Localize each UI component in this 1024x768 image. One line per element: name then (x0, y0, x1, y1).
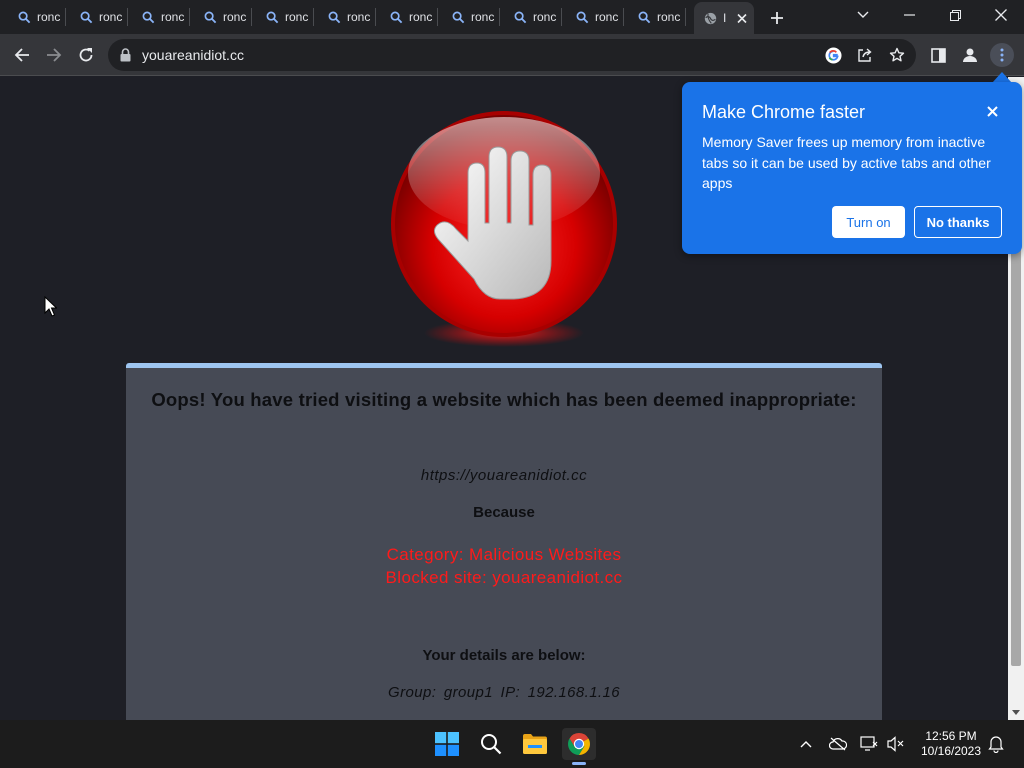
tab-title: ronc (37, 10, 61, 24)
google-lens-icon[interactable] (824, 46, 842, 64)
because-label: Because (473, 504, 535, 521)
tab-close-icon[interactable] (737, 10, 753, 26)
tab-title: I (723, 11, 727, 25)
share-icon[interactable] (856, 46, 874, 64)
tab-strip: ronc ronc ronc ronc ronc ronc ronc ronc ronc ronc… (0, 0, 1024, 34)
tab[interactable]: ronc (190, 4, 252, 30)
profile-icon (963, 48, 977, 62)
scroll-down-icon[interactable] (1008, 704, 1024, 720)
volume-muted-icon[interactable] (886, 734, 906, 754)
active-app-indicator (572, 762, 586, 765)
search-icon (481, 734, 502, 755)
tab[interactable]: ronc (438, 4, 500, 30)
notification-bell-icon[interactable] (986, 734, 1006, 754)
tab-separator (685, 8, 686, 26)
stop-hand-icon (391, 111, 617, 347)
back-arrow-icon (14, 48, 29, 62)
show-hidden-icons-chevron-icon[interactable] (796, 734, 816, 754)
tab-title: ronc (223, 10, 247, 24)
bubble-close-icon[interactable] (984, 103, 1000, 119)
chrome-taskbar-button[interactable] (562, 728, 596, 760)
search-favicon-icon (266, 11, 279, 23)
clock-date: 10/16/2023 (920, 744, 982, 758)
browser-toolbar: youareanidiot.cc (0, 34, 1024, 76)
url-text[interactable]: youareanidiot.cc (142, 47, 244, 63)
block-category: Category: Malicious Websites (386, 545, 622, 564)
tab[interactable]: ronc (376, 4, 438, 30)
tab[interactable]: ronc (128, 4, 190, 30)
search-favicon-icon (638, 11, 651, 23)
side-panel-icon (930, 47, 946, 63)
globe-icon (704, 12, 717, 24)
side-panel-button[interactable] (926, 43, 950, 67)
folder-icon (523, 734, 547, 754)
tab-active[interactable]: I (694, 2, 754, 34)
taskbar-clock[interactable]: 12:56 PM 10/16/2023 (912, 729, 990, 759)
tab[interactable]: ronc (562, 4, 624, 30)
bookmark-star-icon[interactable] (888, 46, 906, 64)
back-button[interactable] (10, 43, 34, 67)
new-tab-button[interactable] (766, 7, 788, 29)
search-favicon-icon (576, 11, 589, 23)
chrome-icon (568, 733, 590, 755)
address-bar[interactable]: youareanidiot.cc (108, 39, 916, 71)
tab[interactable]: ronc (624, 4, 686, 30)
turn-on-button[interactable]: Turn on (832, 206, 905, 238)
tab-title: ronc (99, 10, 123, 24)
search-favicon-icon (142, 11, 155, 23)
profile-button[interactable] (958, 43, 982, 67)
memory-saver-bubble: Make Chrome faster Memory Saver frees up… (682, 82, 1022, 254)
reload-icon (79, 48, 93, 62)
lock-icon[interactable] (120, 48, 131, 62)
file-explorer-button[interactable] (518, 728, 552, 760)
tab-title: ronc (471, 10, 495, 24)
menu-button[interactable] (990, 43, 1014, 67)
blocked-url: https://youareanidiot.cc (420, 467, 588, 484)
no-thanks-button[interactable]: No thanks (914, 206, 1002, 238)
tab-title: ronc (347, 10, 371, 24)
tab-title: ronc (285, 10, 309, 24)
onedrive-offline-icon[interactable] (828, 734, 848, 754)
bubble-body: Memory Saver frees up memory from inacti… (702, 134, 991, 191)
reload-button[interactable] (74, 43, 98, 67)
mouse-cursor-icon (44, 296, 57, 317)
group-ip-line: Group: group1 IP: 192.168.1.16 (388, 684, 620, 701)
block-headline: Oops! You have tried visiting a website … (151, 389, 857, 410)
taskbar-search-button[interactable] (474, 728, 508, 760)
windows-taskbar: 12:56 PM 10/16/2023 (0, 720, 1024, 768)
search-favicon-icon (452, 11, 465, 23)
tab-title: ronc (161, 10, 185, 24)
tab[interactable]: ronc (314, 4, 376, 30)
forward-arrow-icon (47, 48, 62, 62)
search-favicon-icon (514, 11, 527, 23)
tab[interactable]: ronc (500, 4, 562, 30)
start-button[interactable] (430, 728, 464, 760)
search-favicon-icon (18, 11, 31, 23)
clock-time: 12:56 PM (925, 729, 977, 743)
restore-button[interactable] (932, 0, 978, 30)
search-favicon-icon (204, 11, 217, 23)
tab[interactable]: ronc (4, 4, 66, 30)
minimize-button[interactable] (886, 0, 932, 30)
details-heading: Your details are below: (422, 647, 586, 664)
tab-title: ronc (409, 10, 433, 24)
forward-button[interactable] (42, 43, 66, 67)
network-icon[interactable] (859, 734, 879, 754)
tab-search-chevron-icon[interactable] (840, 0, 886, 30)
tab-title: ronc (595, 10, 619, 24)
close-window-button[interactable] (978, 0, 1024, 30)
more-vert-icon (1000, 48, 1004, 62)
search-favicon-icon (390, 11, 403, 23)
blocked-site: Blocked site: youareanidiot.cc (385, 568, 623, 587)
search-favicon-icon (80, 11, 93, 23)
tab[interactable]: ronc (66, 4, 128, 30)
tab-title: ronc (657, 10, 681, 24)
windows-logo-icon (435, 732, 459, 756)
search-favicon-icon (328, 11, 341, 23)
tab-title: ronc (533, 10, 557, 24)
bubble-title: Make Chrome faster (702, 102, 866, 122)
block-notice-card: Oops! You have tried visiting a website … (126, 363, 882, 720)
tab[interactable]: ronc (252, 4, 314, 30)
